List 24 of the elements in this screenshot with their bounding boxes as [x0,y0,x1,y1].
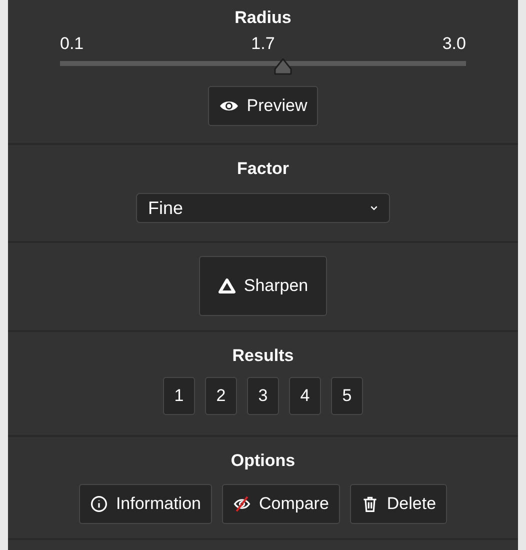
information-button[interactable]: Information [78,484,212,524]
section-title: Results [232,346,294,366]
crossed-eye-icon [232,495,251,513]
result-button[interactable]: 1 [163,377,195,415]
preview-button[interactable]: Preview [208,86,318,126]
section-title: Options [230,451,296,471]
slider-thumb[interactable] [273,58,294,76]
result-button[interactable]: 5 [331,377,363,415]
result-button[interactable]: 4 [289,377,321,415]
section-title: Factor [237,159,289,179]
sharpen-button[interactable]: Sharpen [198,256,328,316]
max-label: 3.0 [442,34,466,54]
result-button[interactable]: 2 [205,377,237,415]
factor-dropdown[interactable]: Fine [136,193,390,223]
compare-button[interactable]: Compare [222,484,340,524]
info-icon [90,495,108,513]
triangle-icon [218,278,236,294]
section-title: Radius [234,8,292,28]
min-label: 0.1 [60,34,84,54]
value-label: 1.7 [251,34,275,54]
delete-button[interactable]: Delete [350,484,448,524]
dropdown-value: Fine [148,198,184,218]
trash-icon [360,495,379,513]
result-button[interactable]: 3 [247,377,279,415]
